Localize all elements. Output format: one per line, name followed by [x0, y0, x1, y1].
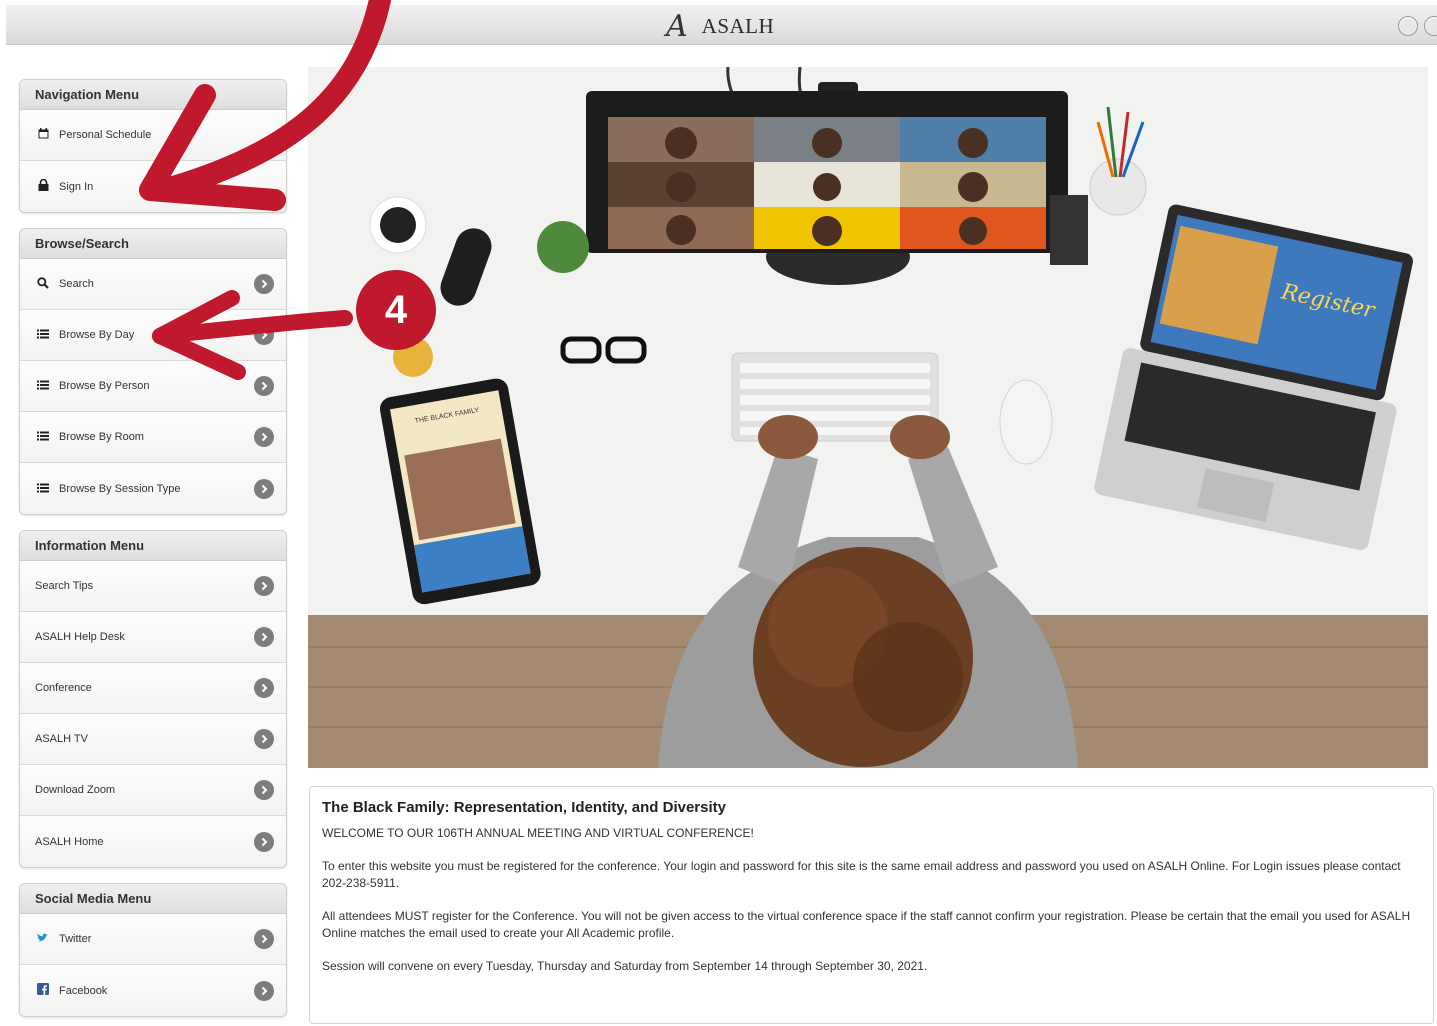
- navigation-menu-title: Navigation Menu: [20, 80, 286, 110]
- hero-image: THE BLACK FAMILY Register: [308, 67, 1428, 768]
- monitor-video-grid: [586, 91, 1068, 253]
- header-circle-button-2[interactable]: [1424, 16, 1437, 36]
- session-schedule-paragraph: Session will convene on every Tuesday, T…: [322, 959, 928, 973]
- sidebar-item-asalh-home[interactable]: ASALH Home: [20, 816, 286, 867]
- sidebar-item-label: Browse By Session Type: [59, 482, 181, 495]
- browse-search-panel: Browse/Search Search Browse By Day Brows…: [19, 228, 287, 515]
- sidebar-item-label: Sign In: [59, 180, 94, 193]
- sidebar-item-label: Facebook: [59, 984, 108, 997]
- chevron-right-icon[interactable]: [254, 831, 274, 852]
- sidebar-item-sign-in[interactable]: Sign In: [20, 161, 286, 212]
- sidebar-item-asalh-help-desk[interactable]: ASALH Help Desk: [20, 612, 286, 663]
- browse-search-title: Browse/Search: [20, 229, 286, 259]
- sidebar-item-label: Personal Schedule: [59, 129, 152, 141]
- sidebar-item-label: Browse By Room: [59, 431, 144, 443]
- information-menu-title: Information Menu: [20, 531, 286, 561]
- chevron-right-icon[interactable]: [254, 780, 274, 800]
- welcome-content-box: The Black Family: Representation, Identi…: [309, 786, 1434, 1024]
- sidebar-item-label: Download Zoom: [35, 784, 116, 796]
- asalh-logo[interactable]: A ASALH: [666, 9, 774, 44]
- calendar-icon: [35, 128, 51, 142]
- list-icon: [35, 379, 51, 393]
- sidebar-item-label: Search: [59, 278, 94, 290]
- chevron-right-icon[interactable]: [254, 729, 274, 749]
- asalh-logo-text: ASALH: [701, 14, 775, 38]
- sidebar-item-browse-by-person[interactable]: Browse By Person: [20, 361, 286, 412]
- sidebar-item-browse-by-session-type[interactable]: Browse By Session Type: [20, 463, 286, 514]
- step-number-badge: 4: [356, 270, 436, 350]
- sidebar-item-label: Conference: [35, 682, 92, 694]
- sidebar-item-browse-by-room[interactable]: Browse By Room: [20, 412, 286, 463]
- chevron-right-icon[interactable]: [254, 478, 274, 499]
- twitter-icon: [35, 932, 51, 946]
- facebook-icon: [35, 983, 51, 998]
- sidebar-item-asalh-tv[interactable]: ASALH TV: [20, 714, 286, 765]
- sidebar-item-facebook[interactable]: Facebook: [20, 965, 286, 1016]
- sidebar-item-label: Search Tips: [35, 580, 94, 592]
- registration-info-paragraph: All attendees MUST register for the Conf…: [322, 909, 1411, 940]
- sidebar-item-label: ASALH TV: [35, 733, 88, 745]
- chevron-right-icon[interactable]: [254, 576, 274, 596]
- sidebar-item-label: ASALH Home: [35, 835, 104, 848]
- chevron-right-icon[interactable]: [254, 929, 274, 949]
- list-icon: [35, 482, 51, 496]
- page-title: The Black Family: Representation, Identi…: [322, 799, 726, 816]
- sidebar-item-personal-schedule[interactable]: Personal Schedule: [20, 110, 286, 161]
- chevron-right-icon[interactable]: [254, 980, 274, 1001]
- top-header-bar: A ASALH: [6, 5, 1437, 45]
- sidebar-item-search[interactable]: Search: [20, 259, 286, 310]
- list-icon: [35, 328, 51, 342]
- chevron-right-icon[interactable]: [254, 678, 274, 698]
- list-icon: [35, 430, 51, 444]
- lock-icon: [35, 178, 51, 194]
- sidebar-item-download-zoom[interactable]: Download Zoom: [20, 765, 286, 816]
- social-media-menu-panel: Social Media Menu Twitter Facebook: [19, 883, 287, 1017]
- chevron-right-icon[interactable]: [254, 627, 274, 647]
- social-media-menu-title: Social Media Menu: [20, 884, 286, 914]
- chevron-right-icon[interactable]: [254, 376, 274, 396]
- sidebar-item-search-tips[interactable]: Search Tips: [20, 561, 286, 612]
- chevron-right-icon[interactable]: [254, 325, 274, 345]
- sidebar-item-conference[interactable]: Conference: [20, 663, 286, 714]
- welcome-heading: WELCOME TO OUR 106TH ANNUAL MEETING AND …: [322, 826, 754, 840]
- navigation-menu-panel: Navigation Menu Personal Schedule Sign I…: [19, 79, 287, 213]
- sidebar-item-label: Twitter: [59, 933, 92, 945]
- sidebar-item-browse-by-day[interactable]: Browse By Day: [20, 310, 286, 361]
- chevron-right-icon[interactable]: [254, 427, 274, 447]
- sidebar-item-label: Browse By Day: [59, 329, 135, 341]
- information-menu-panel: Information Menu Search Tips ASALH Help …: [19, 530, 287, 868]
- sidebar-item-twitter[interactable]: Twitter: [20, 914, 286, 965]
- search-icon: [35, 276, 51, 292]
- header-circle-button[interactable]: [1398, 16, 1418, 36]
- login-info-paragraph: To enter this website you must be regist…: [322, 859, 1401, 890]
- sidebar-item-label: ASALH Help Desk: [35, 631, 125, 643]
- sidebar-item-label: Browse By Person: [59, 380, 150, 392]
- chevron-right-icon[interactable]: [254, 274, 274, 294]
- asalh-logo-mark: A: [666, 9, 688, 44]
